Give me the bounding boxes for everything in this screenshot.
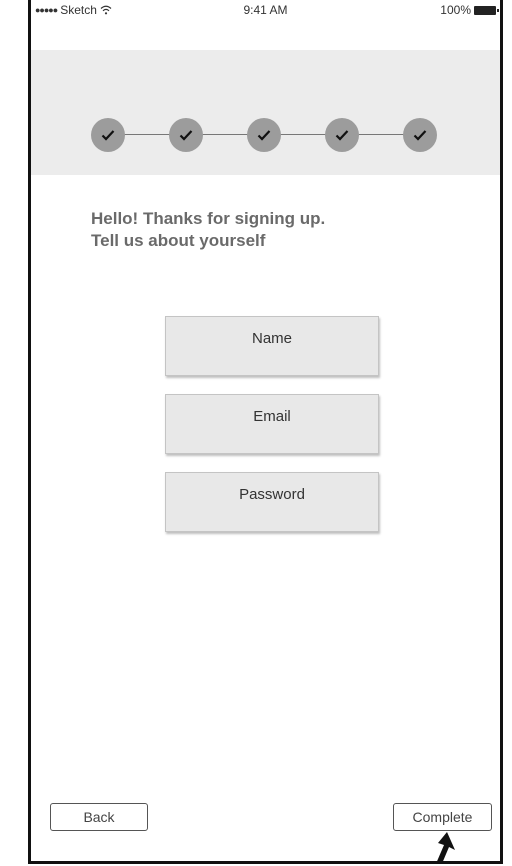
status-right: 100% bbox=[440, 3, 499, 17]
step-4-check-icon bbox=[325, 118, 359, 152]
progress-header bbox=[31, 50, 500, 175]
password-field[interactable]: Password bbox=[165, 472, 379, 532]
status-bar: ●●●●● Sketch 9:41 AM 100% bbox=[31, 0, 500, 20]
pointer-arrow-icon bbox=[437, 832, 455, 861]
progress-stepper bbox=[91, 118, 437, 152]
back-button[interactable]: Back bbox=[50, 803, 148, 831]
complete-button[interactable]: Complete bbox=[393, 803, 492, 831]
greeting-line-1: Hello! Thanks for signing up. bbox=[91, 209, 326, 228]
step-2-check-icon bbox=[169, 118, 203, 152]
battery-icon bbox=[474, 5, 499, 15]
phone-frame: ●●●●● Sketch 9:41 AM 100% Hello! Thanks … bbox=[28, 0, 503, 864]
email-field[interactable]: Email bbox=[165, 394, 379, 454]
step-1-check-icon bbox=[91, 118, 125, 152]
greeting-line-2: Tell us about yourself bbox=[91, 231, 266, 250]
name-field[interactable]: Name bbox=[165, 316, 379, 376]
greeting-text: Hello! Thanks for signing up. Tell us ab… bbox=[91, 208, 325, 252]
status-time: 9:41 AM bbox=[243, 3, 288, 17]
battery-percent: 100% bbox=[440, 3, 471, 17]
step-3-check-icon bbox=[247, 118, 281, 152]
step-5-check-icon bbox=[403, 118, 437, 152]
